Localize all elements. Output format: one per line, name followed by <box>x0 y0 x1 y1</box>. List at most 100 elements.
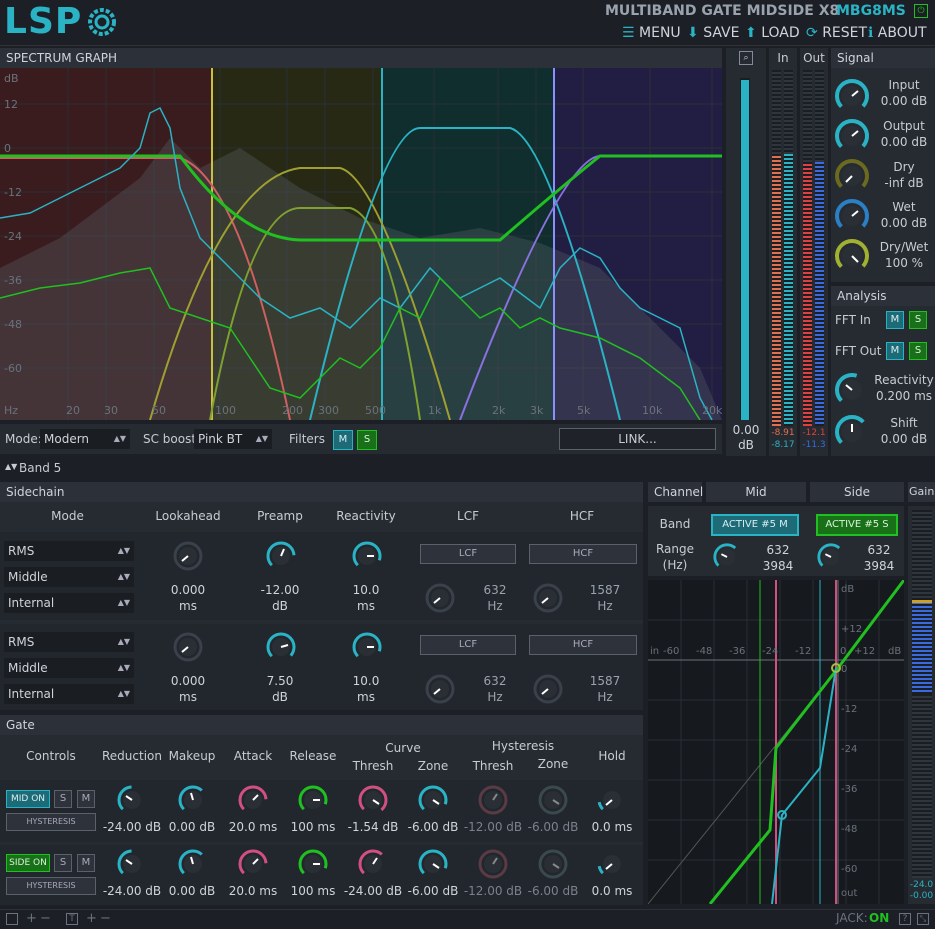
sc1-hcf-knob[interactable] <box>532 582 564 614</box>
gate1-reduction-knob[interactable] <box>116 784 148 816</box>
side-active-button[interactable]: ACTIVE #5 S <box>816 514 898 536</box>
help-icon[interactable]: ? <box>899 913 911 925</box>
gate1-hyst-zone-knob[interactable] <box>537 784 569 816</box>
sc2-hcf-knob[interactable] <box>532 673 564 705</box>
mid-range-knob[interactable] <box>712 542 742 572</box>
spectrum-graph[interactable]: dB 12 0 -12 -24 -36 -48 -60 Hz 20 30 50 … <box>0 68 722 420</box>
gate2-reduction-knob[interactable] <box>116 848 148 880</box>
sc2-hcf-button[interactable]: HCF <box>529 635 637 655</box>
resize-icon[interactable]: ⤡ <box>917 913 929 925</box>
fft-in-s-button[interactable]: S <box>909 311 927 329</box>
fft-in-m-button[interactable]: M <box>886 311 904 329</box>
gate2-hyst-thresh-knob[interactable] <box>477 848 509 880</box>
sc1-mode-select[interactable]: RMS ▲▼ <box>4 541 134 561</box>
about-button[interactable]: ℹ ABOUT <box>868 25 927 41</box>
text-size-icon[interactable]: T <box>66 913 78 925</box>
gate1-hold-knob[interactable] <box>596 784 628 816</box>
filters-s-button[interactable]: S <box>357 430 377 450</box>
sc2-lookahead-value: 0.000 <box>170 674 206 688</box>
zoom-out-icon[interactable]: − <box>40 911 51 926</box>
sc1-lcf-knob[interactable] <box>424 582 456 614</box>
filters-m-button[interactable]: M <box>333 430 353 450</box>
gate-col-release: Release <box>289 749 337 763</box>
drywet-value: 100 % <box>884 256 924 270</box>
text-zoom-out-icon[interactable]: − <box>100 911 111 926</box>
sc1-lcf-button[interactable]: LCF <box>420 544 516 564</box>
gate1-hysteresis-button[interactable]: HYSTERESIS <box>6 813 96 831</box>
gate2-hold-knob[interactable] <box>596 848 628 880</box>
fft-out-s-button[interactable]: S <box>909 342 927 360</box>
sc1-preamp-knob[interactable] <box>265 540 297 572</box>
side-on-button[interactable]: SIDE ON <box>6 854 50 872</box>
fft-out-m-button[interactable]: M <box>886 342 904 360</box>
gate1-curve-thresh-knob[interactable] <box>357 784 389 816</box>
sc2-lcf-value: 632 <box>483 674 507 688</box>
gate2-curve-thresh-knob[interactable] <box>357 848 389 880</box>
out-meter-right-fill <box>815 162 824 426</box>
sc1-reactivity-knob[interactable] <box>351 540 383 572</box>
sc1-type-select[interactable]: Internal ▲▼ <box>4 593 134 613</box>
sc2-reactivity-knob[interactable] <box>351 631 383 663</box>
reset-icon: ⟳ <box>806 25 818 41</box>
gate2-makeup-knob[interactable] <box>177 848 209 880</box>
gate2-attack-knob[interactable] <box>237 848 269 880</box>
sc2-source-select[interactable]: Middle ▲▼ <box>4 658 134 678</box>
gate1-m-button[interactable]: M <box>77 790 95 808</box>
reactivity-label: Reactivity <box>874 373 934 387</box>
reset-button[interactable]: ⟳ RESET <box>806 25 867 41</box>
range-unit: (Hz) <box>662 558 688 572</box>
sc2-type-select[interactable]: Internal ▲▼ <box>4 684 134 704</box>
sc1-source-select[interactable]: Middle ▲▼ <box>4 567 134 587</box>
sc1-hcf-button[interactable]: HCF <box>529 544 637 564</box>
wet-knob[interactable] <box>834 198 870 234</box>
input-label: Input <box>888 78 920 92</box>
zoom-in-icon[interactable]: + <box>26 911 37 926</box>
dry-knob[interactable] <box>834 158 870 194</box>
shift-knob[interactable] <box>834 414 870 450</box>
reactivity-knob[interactable] <box>834 372 870 408</box>
scboost-select[interactable]: Pink BT ▲▼ <box>194 429 272 449</box>
gate2-m-button[interactable]: M <box>77 854 95 872</box>
menu-button[interactable]: ☰ MENU <box>622 25 681 41</box>
side-range-low: 632 <box>867 543 891 557</box>
mid-on-button[interactable]: MID ON <box>6 790 50 808</box>
save-button[interactable]: ⬇ SAVE <box>687 25 739 41</box>
gate1-attack-knob[interactable] <box>237 784 269 816</box>
sc2-mode-select[interactable]: RMS ▲▼ <box>4 632 134 652</box>
side-range-knob[interactable] <box>816 542 846 572</box>
load-button[interactable]: ⬆ LOAD <box>745 25 800 41</box>
gate2-release-knob[interactable] <box>297 848 329 880</box>
drywet-knob[interactable] <box>834 238 870 274</box>
gate1-s-button[interactable]: S <box>54 790 72 808</box>
mid-active-button[interactable]: ACTIVE #5 M <box>711 514 799 536</box>
gate2-attack-value: 20.0 ms <box>228 884 278 898</box>
input-knob[interactable] <box>834 78 870 114</box>
x-tick: 300 <box>318 404 339 417</box>
gate2-hyst-zone-knob[interactable] <box>537 848 569 880</box>
in-value-2: -8.17 <box>771 440 795 450</box>
output-knob[interactable] <box>834 118 870 154</box>
sc1-lookahead-knob[interactable] <box>172 540 204 572</box>
gate1-release-knob[interactable] <box>297 784 329 816</box>
gate2-curve-zone-knob[interactable] <box>417 848 449 880</box>
sc2-lookahead-knob[interactable] <box>172 631 204 663</box>
power-icon[interactable]: ⏻ <box>914 4 928 18</box>
zoom-icon[interactable]: ⌕ <box>739 51 753 65</box>
gate2-s-button[interactable]: S <box>54 854 72 872</box>
sc2-lcf-knob[interactable] <box>424 673 456 705</box>
band-selector[interactable]: ▲▼ Band 5 <box>0 459 935 479</box>
gain-slider[interactable] <box>740 78 750 420</box>
sc2-lcf-button[interactable]: LCF <box>420 635 516 655</box>
curve-graph[interactable]: in -60 -48 -36 -24 -12 0 +12 dB dB +12 0… <box>648 580 904 904</box>
link-button[interactable]: LINK... <box>559 428 716 450</box>
mode-select[interactable]: Modern ▲▼ <box>40 429 130 449</box>
window-icon[interactable] <box>6 913 18 925</box>
gate1-makeup-knob[interactable] <box>177 784 209 816</box>
sc1-hcf-value: 1587 <box>589 583 621 597</box>
gate1-curve-thresh-value: -1.54 dB <box>347 820 399 834</box>
gate2-hysteresis-button[interactable]: HYSTERESIS <box>6 877 96 895</box>
gate1-hyst-thresh-knob[interactable] <box>477 784 509 816</box>
text-zoom-in-icon[interactable]: + <box>86 911 97 926</box>
gate1-curve-zone-knob[interactable] <box>417 784 449 816</box>
sc2-preamp-knob[interactable] <box>265 631 297 663</box>
